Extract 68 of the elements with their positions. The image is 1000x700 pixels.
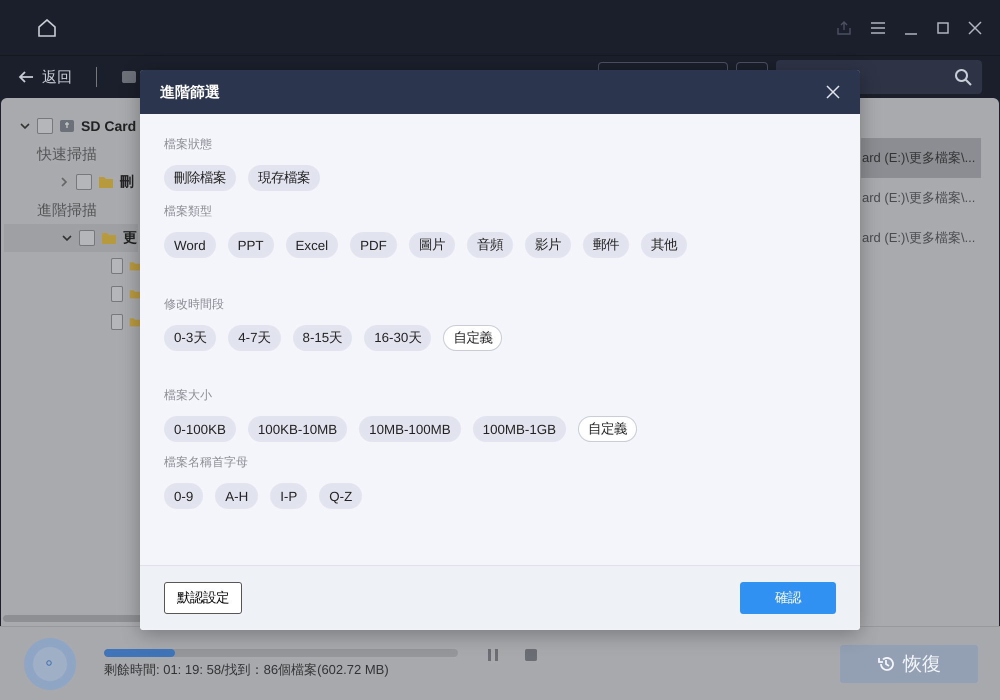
folder-icon [98,175,114,189]
filter-chip[interactable]: 現存檔案 [248,165,320,191]
scan-progress-icon [22,636,78,692]
filter-chip[interactable]: 自定義 [443,325,502,351]
checkbox[interactable] [110,286,124,302]
file-row[interactable]: ard (E:)\更多檔案\... [861,178,981,218]
filter-chip[interactable]: 其他 [640,232,687,258]
tree-group-label: 進階掃描 [37,200,97,220]
back-arrow-icon [18,70,34,84]
filter-chip[interactable]: 音頻 [466,232,513,258]
filter-chip[interactable]: 10MB-100MB [359,416,461,442]
section-label: 檔案狀態 [164,136,213,153]
filter-chip[interactable]: 影片 [524,232,571,258]
status-text: 剩餘時間: 01: 19: 58/找到：86個檔案(602.72 MB) [104,661,390,679]
dialog-title: 進階篩選 [160,82,221,102]
pause-icon [486,648,500,662]
folder-icon [101,231,117,245]
filter-chip[interactable]: 0-3天 [164,325,216,351]
filter-chip[interactable]: Q-Z [319,483,362,509]
tree-row[interactable]: SD Card [1,112,141,140]
checkbox[interactable] [37,118,53,134]
filter-chip[interactable]: 刪除檔案 [164,165,236,191]
back-link[interactable]: 返回 [42,68,72,86]
menu-icon [870,20,886,34]
checkbox[interactable] [79,230,95,246]
tree-row[interactable]: 更 [4,224,138,252]
section-label: 修改時間段 [164,296,225,313]
tree-row[interactable]: 刪 [1,168,141,196]
checkbox[interactable] [76,174,92,190]
file-row[interactable]: ard (E:)\更多檔案\... [861,138,981,178]
filter-chip[interactable]: 16-30天 [364,325,432,351]
checkbox[interactable] [110,314,124,330]
filter-chip[interactable]: 100KB-10MB [248,416,348,442]
reset-button[interactable]: 默認設定 [164,582,242,614]
history-icon [877,655,895,673]
filter-chip[interactable]: 100MB-1GB [472,416,566,442]
tree-item-label: SD Card [81,118,136,134]
tree-item-label: 刪 [120,173,134,191]
filter-chip[interactable]: Word [164,232,216,258]
filter-chip[interactable]: 0-100KB [164,416,236,442]
section-label: 檔案大小 [164,387,213,404]
filter-chip[interactable]: 自定義 [578,416,637,442]
filter-chip[interactable]: 4-7天 [228,325,281,351]
section-label: 檔案名稱首字母 [164,454,249,471]
file-row[interactable]: ard (E:)\更多檔案\... [861,218,981,258]
maximize-icon [936,20,950,34]
filter-chip[interactable]: 0-9 [164,483,204,509]
search-icon [954,68,972,86]
stop-icon [524,648,538,662]
home-icon [36,16,58,38]
drive-icon [121,69,137,85]
filter-chip[interactable]: 8-15天 [292,325,352,351]
share-icon [836,20,852,36]
tree-item-label: 更 [123,229,137,247]
tree-group-label: 快速掃描 [37,144,97,164]
filter-chip[interactable]: PDF [350,232,397,258]
filter-chip[interactable]: 圖片 [408,232,455,258]
close-icon[interactable] [826,85,840,99]
minimize-icon [904,32,918,34]
drive-icon [59,118,75,134]
section-label: 檔案類型 [164,203,213,220]
filter-chip[interactable]: PPT [228,232,274,258]
close-icon [968,20,982,34]
filter-chip[interactable]: Excel [286,232,338,258]
checkbox[interactable] [110,258,124,274]
filter-chip[interactable]: 郵件 [582,232,629,258]
filter-chip[interactable]: A-H [215,483,258,509]
filter-chip[interactable]: I-P [270,483,308,509]
